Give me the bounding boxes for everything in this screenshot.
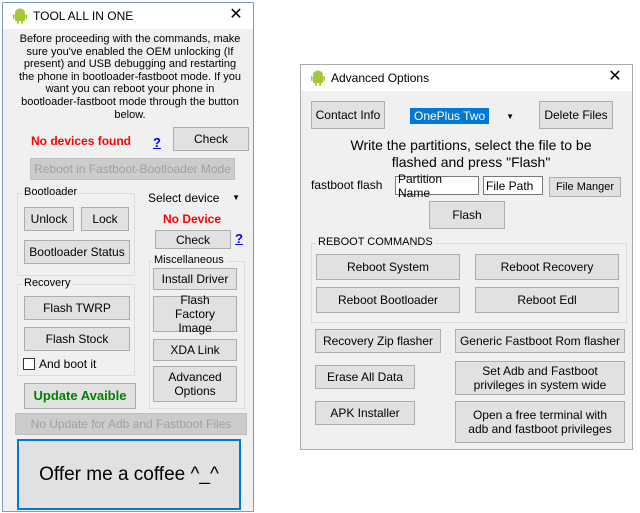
chevron-down-icon: ▼ [506, 112, 514, 121]
device-model-select[interactable]: OnePlus Two ▼ [407, 107, 519, 125]
fastboot-flash-label: fastboot flash [311, 178, 383, 192]
no-device-status: No Device [163, 212, 222, 226]
set-adb-privileges-button[interactable]: Set Adb and Fastboot privileges in syste… [455, 361, 625, 395]
contact-info-button[interactable]: Contact Info [311, 101, 385, 129]
instructions-text: Before proceeding with the commands, mak… [19, 33, 241, 121]
help-link-2[interactable]: ? [235, 231, 243, 246]
unlock-button[interactable]: Unlock [24, 207, 74, 231]
file-manager-button[interactable]: File Manger [549, 177, 621, 197]
window-title-2: Advanced Options [331, 71, 430, 85]
help-link[interactable]: ? [153, 135, 161, 150]
window-title: TOOL ALL IN ONE [33, 9, 134, 23]
reboot-group-label: REBOOT COMMANDS [316, 236, 435, 248]
no-update-button[interactable]: No Update for Adb and Fastboot Files [15, 413, 247, 435]
checkbox-box[interactable] [23, 358, 35, 370]
erase-all-data-button[interactable]: Erase All Data [315, 365, 415, 389]
close-icon[interactable]: ✕ [227, 5, 245, 25]
recovery-zip-flasher-button[interactable]: Recovery Zip flasher [315, 329, 441, 353]
flash-instruction: Write the partitions, select the file to… [350, 137, 592, 170]
partition-name-input[interactable]: Partition Name [395, 172, 479, 200]
generic-fastboot-rom-flasher-button[interactable]: Generic Fastboot Rom flasher [455, 329, 625, 353]
no-devices-status: No devices found [31, 134, 132, 148]
bootloader-status-button[interactable]: Bootloader Status [24, 240, 130, 264]
update-available-button[interactable]: Update Avaible [24, 383, 136, 409]
check-devices-button[interactable]: Check [173, 127, 249, 151]
device-select-value: Select device [148, 191, 220, 205]
android-icon [13, 8, 27, 24]
apk-installer-button[interactable]: APK Installer [315, 401, 415, 425]
device-model-value: OnePlus Two [410, 108, 490, 124]
open-terminal-button[interactable]: Open a free terminal with adb and fastbo… [455, 401, 625, 443]
recovery-group-label: Recovery [22, 277, 73, 289]
lock-button[interactable]: Lock [81, 207, 129, 231]
reboot-recovery-button[interactable]: Reboot Recovery [475, 254, 619, 280]
tool-all-in-one-window: TOOL ALL IN ONE ✕ Before proceeding with… [2, 2, 254, 512]
install-driver-button[interactable]: Install Driver [153, 268, 237, 290]
delete-files-button[interactable]: Delete Files [539, 101, 613, 129]
reboot-system-button[interactable]: Reboot System [316, 254, 460, 280]
device-select[interactable]: Select device ▼ [143, 188, 245, 208]
flash-button[interactable]: Flash [429, 201, 505, 229]
reboot-edl-button[interactable]: Reboot Edl [475, 287, 619, 313]
advanced-options-button[interactable]: Advanced Options [153, 366, 237, 402]
advanced-options-window: Advanced Options ✕ Contact Info OnePlus … [300, 64, 633, 450]
chevron-down-icon: ▼ [232, 193, 240, 202]
misc-group-label: Miscellaneous [152, 254, 226, 266]
flash-factory-image-button[interactable]: Flash Factory Image [153, 293, 237, 335]
android-icon [311, 70, 325, 86]
reboot-bootloader-button[interactable]: Reboot Bootloader [316, 287, 460, 313]
reboot-fastboot-button[interactable]: Reboot in Fastboot-Bootloader Mode [30, 158, 235, 180]
offer-coffee-button[interactable]: Offer me a coffee ^_^ [17, 439, 241, 510]
xda-link-button[interactable]: XDA Link [153, 339, 237, 361]
title-bar[interactable]: TOOL ALL IN ONE ✕ [3, 3, 253, 29]
and-boot-it-label: And boot it [39, 357, 97, 371]
and-boot-it-checkbox[interactable]: And boot it [23, 357, 96, 371]
close-icon[interactable]: ✕ [606, 67, 624, 87]
bootloader-group-label: Bootloader [22, 186, 80, 198]
flash-twrp-button[interactable]: Flash TWRP [24, 296, 130, 320]
flash-stock-button[interactable]: Flash Stock [24, 327, 130, 351]
title-bar-2[interactable]: Advanced Options ✕ [301, 65, 632, 91]
file-path-input[interactable]: File Path [483, 176, 543, 195]
check-device-button[interactable]: Check [155, 230, 231, 249]
